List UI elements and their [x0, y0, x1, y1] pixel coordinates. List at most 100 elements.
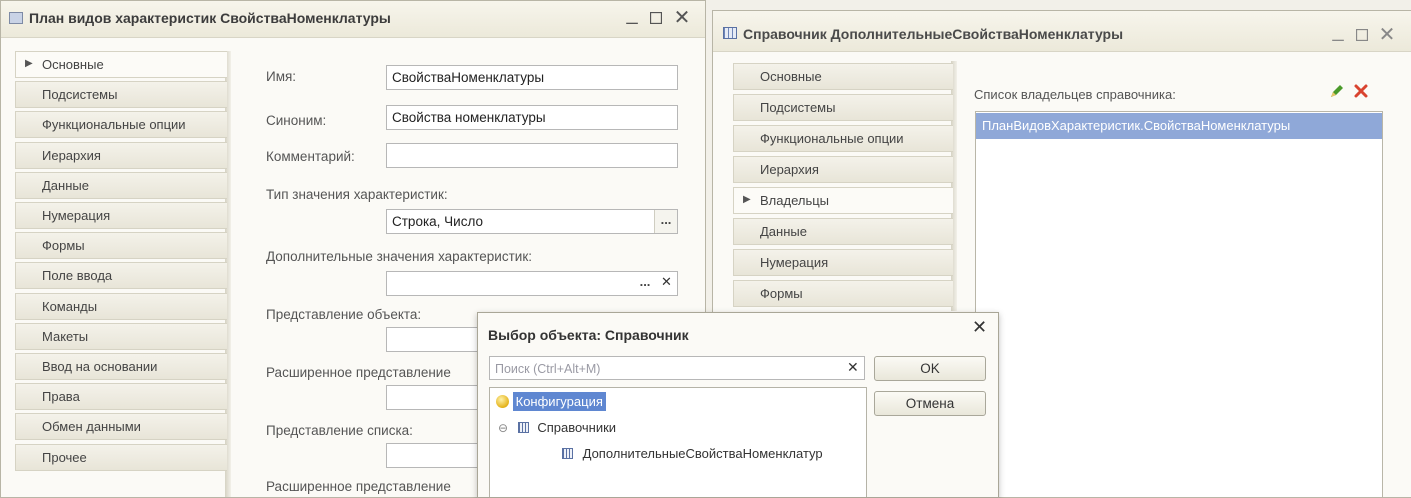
tab-6[interactable]: Формы	[15, 232, 227, 260]
active-tab-marker-icon: ▶	[743, 194, 751, 205]
tab-0[interactable]: ▶ Основные	[15, 51, 227, 78]
tab-label: Ввод на основании	[42, 359, 158, 374]
minimize-button[interactable]: _	[1327, 20, 1349, 42]
tab-label: Нумерация	[42, 208, 111, 223]
delete-owner-icon[interactable]	[1353, 83, 1369, 102]
tab-8[interactable]: Команды	[15, 292, 227, 320]
close-button[interactable]: ✕	[1376, 24, 1398, 46]
tab-11[interactable]: Права	[15, 383, 227, 411]
configuration-icon	[496, 395, 509, 408]
right-window-title: Справочник ДополнительныеСвойстваНоменкл…	[743, 26, 1124, 42]
value-type-select-button[interactable]: ...	[654, 210, 677, 233]
tab-2[interactable]: Функциональные опции	[15, 111, 227, 139]
form-icon	[9, 12, 23, 24]
tab-label: Функциональные опции	[760, 131, 904, 146]
maximize-icon	[1356, 29, 1368, 41]
tab-6[interactable]: Нумерация	[733, 249, 953, 276]
tab-label: Подсистемы	[760, 100, 836, 115]
tab-label: Макеты	[42, 328, 89, 344]
tab-label: Иерархия	[760, 162, 819, 177]
tab-10[interactable]: Ввод на основании	[15, 353, 227, 380]
tab-3[interactable]: Иерархия	[15, 141, 227, 169]
tree-item-catalog[interactable]: ДополнительныеСвойстваНоменклатур	[562, 446, 823, 461]
additional-values-label: Дополнительные значения характеристик:	[266, 249, 532, 264]
tab-1[interactable]: Подсистемы	[733, 94, 953, 121]
tab-13[interactable]: Прочее	[15, 443, 227, 471]
maximize-icon	[650, 12, 662, 24]
catalog-icon	[562, 448, 573, 459]
left-window-title: План видов характеристик СвойстваНоменкл…	[29, 10, 391, 26]
value-type-label: Тип значения характеристик:	[266, 187, 448, 202]
owners-label: Список владельцев справочника:	[974, 87, 1176, 102]
synonym-label: Синоним:	[266, 113, 327, 128]
tab-label: Права	[42, 389, 80, 405]
tab-label: Владельцы	[760, 193, 830, 208]
tab-2[interactable]: Функциональные опции	[733, 125, 953, 152]
owners-list[interactable]: ПланВидовХарактеристик.СвойстваНоменклат…	[975, 111, 1383, 497]
tree-group-label: Справочники	[537, 420, 617, 435]
edit-owner-icon[interactable]	[1329, 83, 1345, 102]
catalog-icon	[723, 27, 737, 39]
tab-label: Основные	[760, 69, 822, 84]
tab-label: Команды	[42, 298, 98, 314]
cancel-button[interactable]: Отмена	[874, 391, 986, 416]
tab-4[interactable]: ▶ Владельцы	[733, 187, 953, 214]
right-window-titlebar[interactable]: Справочник ДополнительныеСвойстваНоменкл…	[713, 11, 1411, 52]
extended-list-presentation-label: Расширенное представление	[266, 479, 451, 494]
tab-label: Формы	[42, 238, 85, 254]
tab-label: Подсистемы	[42, 87, 118, 103]
tab-label: Прочее	[42, 449, 87, 465]
dialog-close-icon[interactable]: ✕	[972, 317, 987, 338]
tab-label: Поле ввода	[42, 268, 113, 284]
name-field[interactable]: СвойстваНоменклатуры	[386, 65, 678, 90]
dialog-title: Выбор объекта: Справочник	[488, 327, 689, 343]
value-type-field[interactable]: Строка, Число	[386, 209, 678, 234]
tab-label: Обмен данными	[42, 419, 141, 435]
owner-list-item[interactable]: ПланВидовХарактеристик.СвойстваНоменклат…	[976, 113, 1382, 139]
tree-group-catalogs[interactable]: ⊖ Справочники	[498, 420, 616, 435]
tab-4[interactable]: Данные	[15, 171, 227, 199]
close-button[interactable]: ✕	[671, 7, 693, 29]
additional-values-clear-button[interactable]: ✕	[656, 272, 677, 295]
left-window-titlebar[interactable]: План видов характеристик СвойстваНоменкл…	[1, 1, 705, 38]
tab-0[interactable]: Основные	[733, 63, 953, 90]
comment-label: Комментарий:	[266, 149, 355, 164]
list-presentation-label: Представление списка:	[266, 423, 413, 438]
tree-root-label: Конфигурация	[512, 392, 606, 411]
comment-field[interactable]	[386, 143, 678, 168]
minimize-button[interactable]: _	[621, 3, 643, 25]
active-tab-marker-icon: ▶	[25, 58, 33, 69]
ok-button[interactable]: OK	[874, 356, 986, 381]
tab-label: Функциональные опции	[42, 117, 186, 133]
synonym-field[interactable]: Свойства номенклатуры	[386, 105, 678, 130]
name-label: Имя:	[266, 69, 297, 84]
search-input[interactable]: Поиск (Ctrl+Alt+M)	[489, 356, 865, 380]
tree-root[interactable]: Конфигурация	[496, 392, 606, 411]
tab-label: Основные	[42, 57, 104, 72]
tab-label: Формы	[760, 286, 803, 301]
catalog-icon	[517, 422, 529, 433]
extended-object-presentation-label: Расширенное представление	[266, 365, 451, 380]
tab-5[interactable]: Нумерация	[15, 202, 227, 229]
tab-7[interactable]: Поле ввода	[15, 262, 227, 290]
value-type-value: Строка, Число	[392, 214, 483, 229]
tab-5[interactable]: Данные	[733, 218, 953, 245]
additional-values-select-button[interactable]: ...	[634, 272, 656, 295]
tab-9[interactable]: Макеты	[15, 322, 227, 350]
tab-label: Нумерация	[760, 255, 829, 270]
tab-7[interactable]: Формы	[733, 280, 953, 307]
tab-label: Иерархия	[42, 147, 101, 163]
tab-12[interactable]: Обмен данными	[15, 413, 227, 441]
tab-label: Данные	[42, 177, 89, 193]
object-tree[interactable]: Конфигурация ⊖ Справочники Дополнительны…	[489, 387, 867, 497]
maximize-button[interactable]	[645, 7, 667, 29]
collapse-icon[interactable]: ⊖	[498, 421, 508, 435]
maximize-button[interactable]	[1351, 24, 1373, 46]
tab-3[interactable]: Иерархия	[733, 156, 953, 183]
object-presentation-label: Представление объекта:	[266, 307, 422, 322]
search-clear-icon[interactable]: ✕	[847, 359, 859, 376]
select-object-dialog: Выбор объекта: Справочник ✕ Поиск (Ctrl+…	[477, 312, 999, 498]
tab-label: Данные	[760, 224, 807, 239]
search-placeholder: Поиск (Ctrl+Alt+M)	[495, 362, 601, 376]
tab-1[interactable]: Подсистемы	[15, 81, 227, 109]
